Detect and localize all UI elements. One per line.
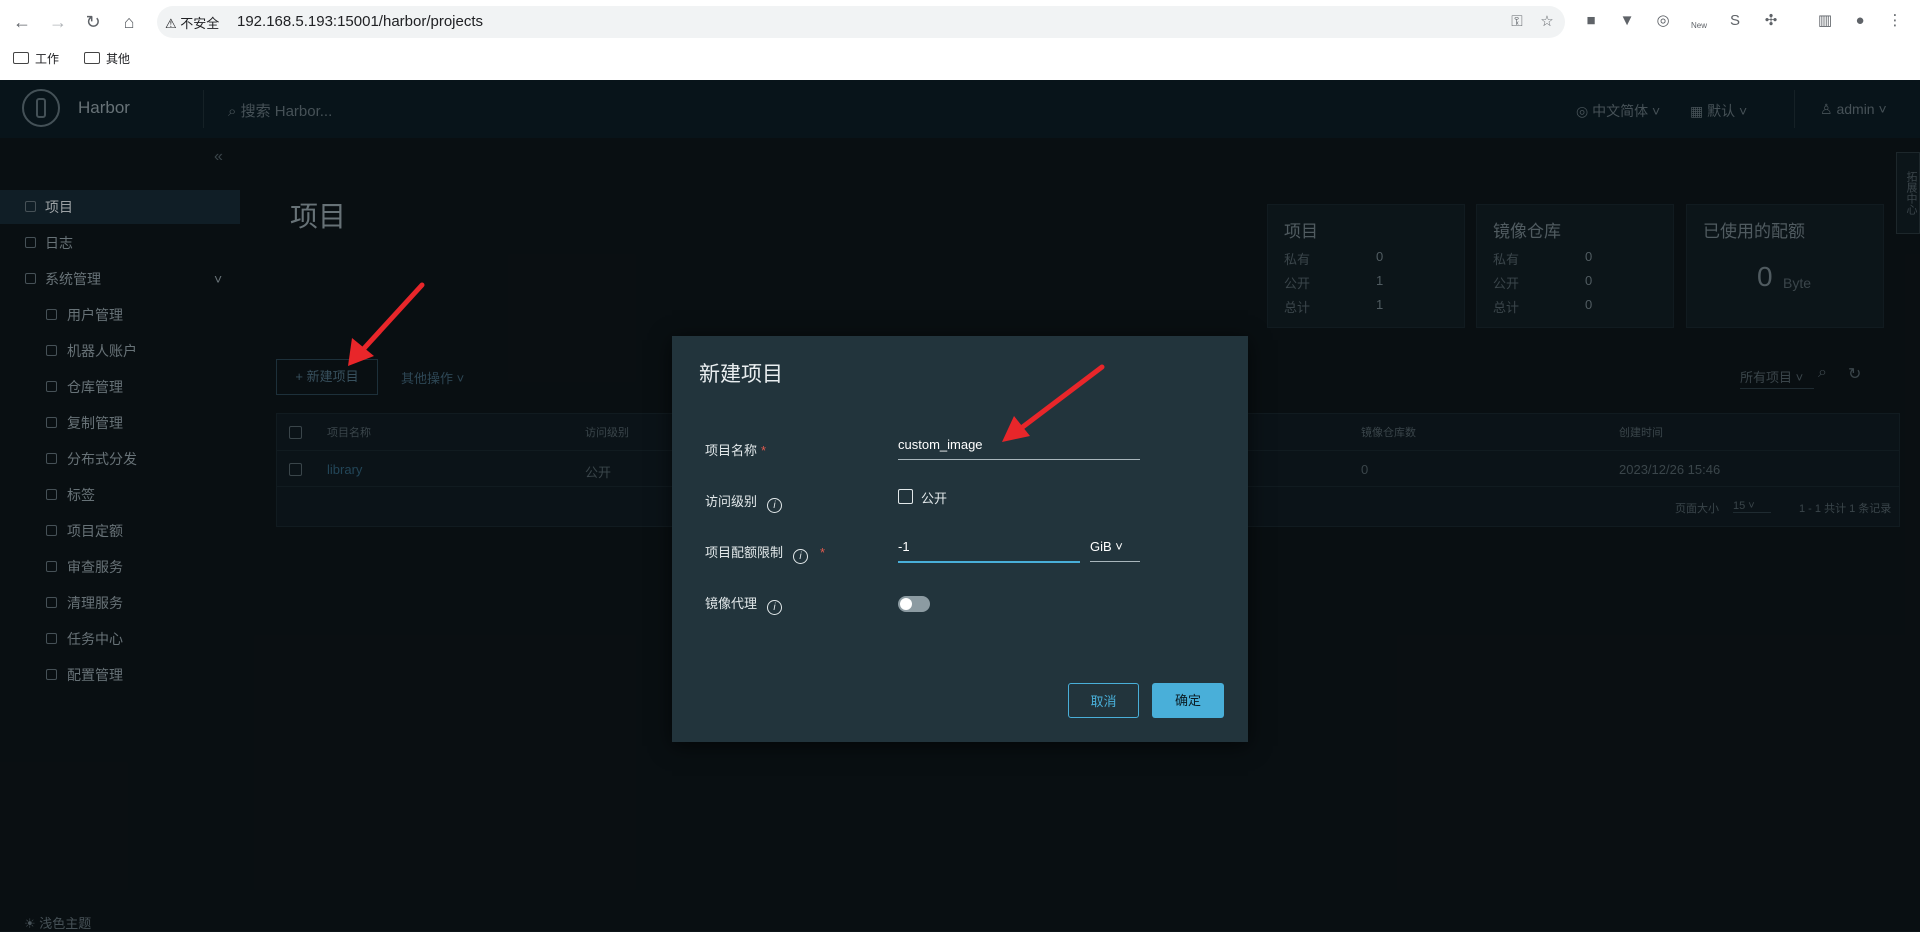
folder-icon — [13, 52, 29, 64]
address-bar[interactable]: ⚠ 不安全 192.168.5.193:15001/harbor/project… — [157, 6, 1565, 38]
bookmark-work-label: 工作 — [35, 52, 60, 66]
bookmark-star-icon[interactable]: ☆ — [1537, 12, 1557, 32]
quota-limit-input[interactable]: -1 — [898, 539, 1080, 563]
folder-icon — [84, 52, 100, 64]
quota-limit-label: 项目配额限制 i * — [705, 542, 825, 564]
chevron-down-icon: ˅ — [1115, 539, 1123, 554]
required-marker: * — [820, 545, 826, 560]
bookmark-work[interactable]: 工作 — [13, 50, 59, 67]
required-marker: * — [761, 443, 767, 458]
new-badge-icon[interactable]: New — [1689, 11, 1709, 31]
menu-dots-icon[interactable]: ⋮ — [1885, 11, 1905, 31]
info-icon[interactable]: i — [793, 549, 809, 564]
info-icon[interactable]: i — [767, 498, 783, 513]
project-name-input[interactable]: custom_image — [898, 437, 1140, 460]
extension-1-icon[interactable]: ■ — [1581, 11, 1601, 31]
cancel-button[interactable]: 取消 — [1068, 683, 1139, 718]
insecure-indicator[interactable]: ⚠ 不安全 — [165, 13, 219, 32]
proxy-cache-toggle[interactable] — [898, 596, 930, 612]
bookmark-other[interactable]: 其他 — [84, 50, 130, 67]
extension-2-icon[interactable]: ▼ — [1617, 11, 1637, 31]
dialog-title: 新建项目 — [699, 363, 783, 386]
url-text[interactable]: 192.168.5.193:15001/harbor/projects — [237, 13, 483, 30]
quota-unit-value: GiB — [1090, 539, 1112, 554]
new-project-dialog: 新建项目 项目名称 * custom_image 访问级别 i 公开 项目配额限制 i… — [672, 336, 1248, 742]
access-level-label: 访问级别 i — [705, 491, 783, 513]
extension-3-icon[interactable]: ◎ — [1653, 11, 1673, 31]
back-icon[interactable]: ← — [9, 9, 35, 35]
new-badge-label: New — [1690, 21, 1707, 30]
side-panel-icon[interactable]: ▥ — [1815, 11, 1835, 31]
forward-icon[interactable]: → — [45, 9, 71, 35]
profile-icon[interactable]: ● — [1850, 11, 1870, 31]
project-name-label-text: 项目名称 — [705, 443, 758, 458]
info-icon[interactable]: i — [767, 600, 783, 615]
extension-s-icon[interactable]: S — [1725, 11, 1745, 31]
public-checkbox-label[interactable]: 公开 — [921, 488, 947, 507]
home-icon[interactable]: ⌂ — [116, 9, 142, 35]
quota-limit-label-text: 项目配额限制 — [705, 545, 784, 560]
browser-chrome: ← → ↻ ⌂ ⚠ 不安全 192.168.5.193:15001/harbor… — [0, 0, 1920, 80]
reload-icon[interactable]: ↻ — [80, 9, 106, 35]
proxy-cache-label-text: 镜像代理 — [705, 596, 758, 611]
project-name-label: 项目名称 * — [705, 440, 766, 459]
quota-unit-select[interactable]: GiB ˅ — [1090, 539, 1140, 562]
proxy-cache-label: 镜像代理 i — [705, 593, 783, 615]
access-level-label-text: 访问级别 — [705, 494, 758, 509]
bookmark-other-label: 其他 — [106, 52, 131, 66]
key-icon[interactable]: ⚿ — [1507, 12, 1527, 32]
public-checkbox[interactable] — [898, 489, 913, 504]
insecure-label: 不安全 — [180, 16, 220, 31]
ok-button[interactable]: 确定 — [1152, 683, 1224, 718]
extensions-puzzle-icon[interactable]: ✣ — [1761, 11, 1781, 31]
